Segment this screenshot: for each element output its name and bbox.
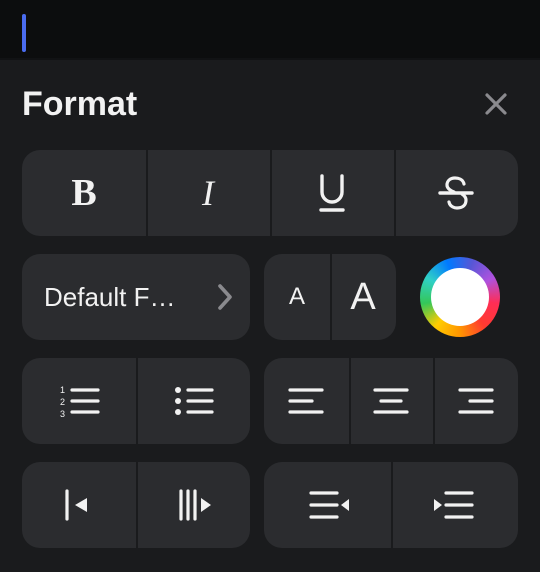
large-a-icon: A: [350, 276, 375, 319]
indent-increase-icon: [171, 485, 215, 525]
text-direction-rtl-icon: [303, 485, 353, 525]
text-direction-ltr-button[interactable]: [391, 462, 518, 548]
panel-title: Format: [22, 85, 137, 124]
panel-header: Format: [22, 76, 518, 132]
indent-decrease-icon: [57, 485, 101, 525]
underline-icon: [315, 172, 349, 214]
format-panel: Format B I: [0, 60, 540, 572]
text-color-picker[interactable]: [420, 257, 500, 337]
bulleted-list-icon: [170, 381, 216, 421]
text-direction-ltr-icon: [430, 485, 480, 525]
svg-text:1: 1: [60, 385, 65, 395]
indent-decrease-button[interactable]: [22, 462, 136, 548]
close-icon: [482, 90, 510, 118]
italic-button[interactable]: I: [146, 150, 270, 236]
numbered-list-icon: 1 2 3: [56, 381, 102, 421]
svg-text:3: 3: [60, 409, 65, 419]
align-left-icon: [286, 384, 326, 418]
align-left-button[interactable]: [264, 358, 349, 444]
font-size-increase-button[interactable]: A: [330, 254, 396, 340]
bulleted-list-button[interactable]: [136, 358, 250, 444]
font-family-picker[interactable]: Default F…: [22, 254, 250, 340]
strikethrough-button[interactable]: [394, 150, 518, 236]
numbered-list-button[interactable]: 1 2 3: [22, 358, 136, 444]
underline-button[interactable]: [270, 150, 394, 236]
document-editor-area[interactable]: [0, 0, 540, 58]
align-center-button[interactable]: [349, 358, 434, 444]
small-a-icon: A: [289, 283, 305, 311]
align-right-button[interactable]: [433, 358, 518, 444]
text-cursor: [22, 14, 26, 52]
color-swatch-icon: [431, 268, 489, 326]
align-center-icon: [371, 384, 411, 418]
align-right-icon: [456, 384, 496, 418]
close-button[interactable]: [474, 82, 518, 126]
strikethrough-icon: [436, 173, 476, 213]
indent-increase-button[interactable]: [136, 462, 250, 548]
font-size-decrease-button[interactable]: A: [264, 254, 330, 340]
italic-icon: I: [202, 172, 214, 214]
text-direction-rtl-button[interactable]: [264, 462, 391, 548]
svg-text:2: 2: [60, 397, 65, 407]
chevron-right-icon: [216, 282, 234, 312]
font-family-label: Default F…: [44, 282, 176, 313]
bold-button[interactable]: B: [22, 150, 146, 236]
bold-icon: B: [71, 171, 96, 215]
